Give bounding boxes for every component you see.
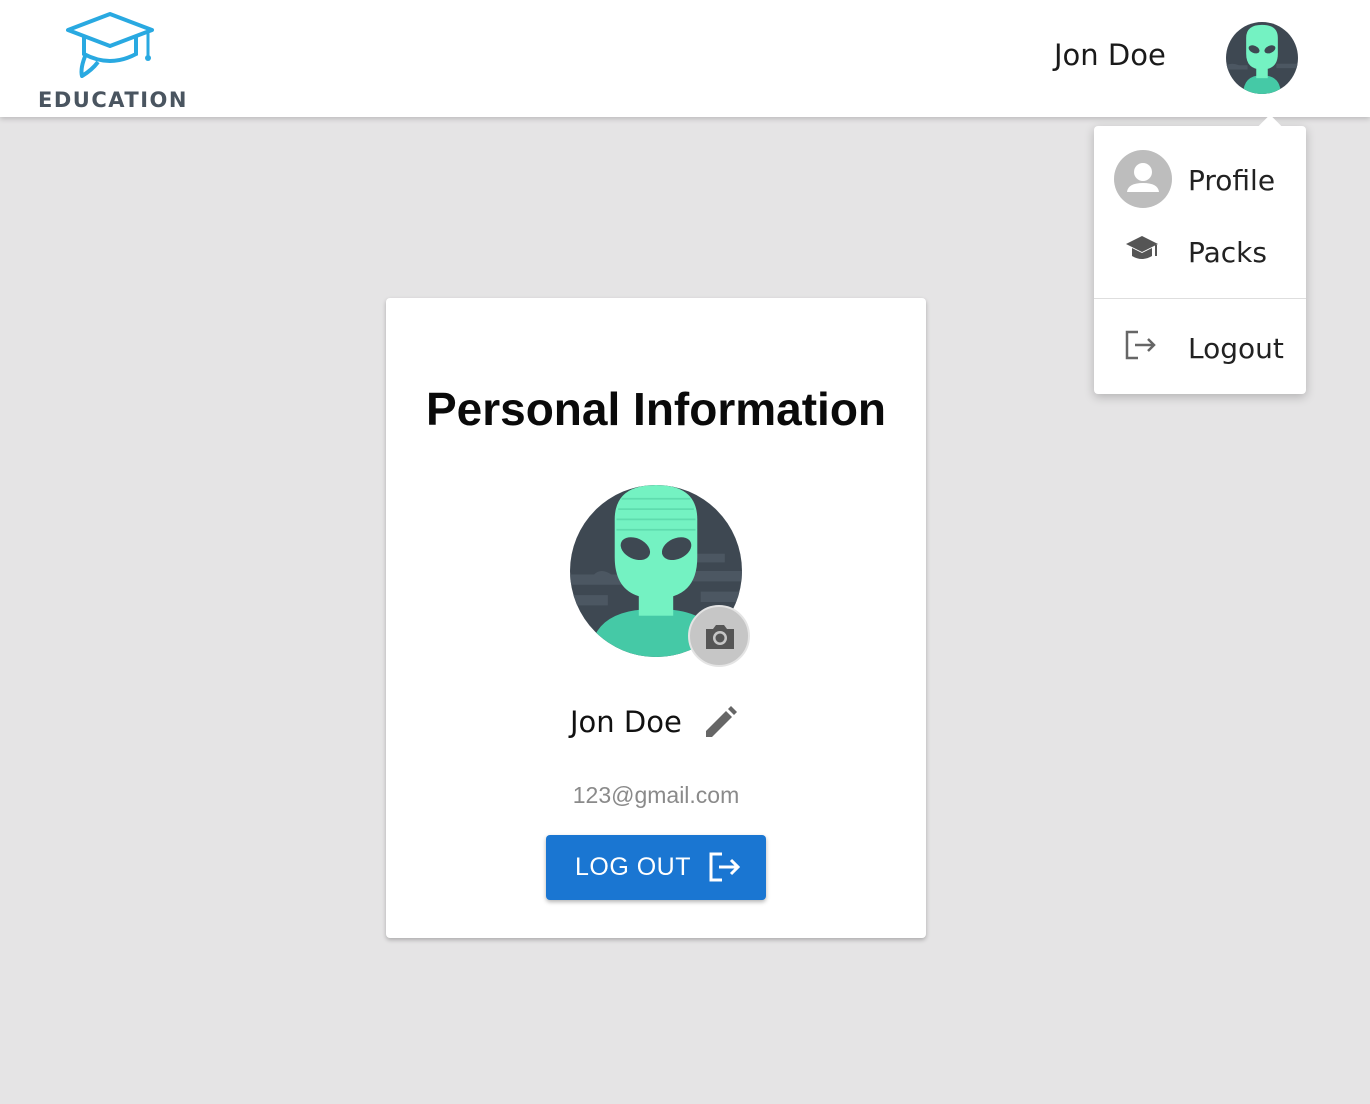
education-logo[interactable]: EDUCATION — [36, 8, 196, 114]
profile-name: Jon Doe — [570, 705, 682, 739]
logout-button[interactable]: LOG OUT — [546, 835, 766, 900]
edit-name-button[interactable] — [700, 703, 740, 743]
menu-item-label: Profile — [1188, 164, 1276, 197]
app-header: EDUCATION Jon Doe — [0, 0, 1370, 117]
personal-info-card: Personal Information Jon Doe 123@gmail.c… — [386, 298, 926, 938]
graduation-cap-icon — [1124, 232, 1160, 271]
menu-item-label: Packs — [1188, 236, 1267, 269]
graduation-cap-logo-icon — [66, 12, 154, 78]
logout-icon — [1124, 330, 1158, 365]
logo-text: EDUCATION — [38, 88, 188, 112]
logout-button-label: LOG OUT — [575, 853, 692, 881]
menu-item-label: Logout — [1188, 332, 1284, 365]
user-dropdown-menu: Profile Packs Logout — [1094, 126, 1306, 394]
header-avatar[interactable] — [1226, 22, 1298, 94]
header-user-name[interactable]: Jon Doe — [1054, 38, 1166, 72]
pencil-icon — [706, 706, 737, 737]
menu-item-logout[interactable]: Logout — [1094, 316, 1306, 378]
page-title: Personal Information — [425, 383, 887, 435]
menu-item-packs[interactable]: Packs — [1094, 220, 1306, 282]
profile-email: 123@gmail.com — [572, 782, 740, 808]
camera-icon — [706, 625, 734, 649]
account-circle-icon — [1114, 150, 1172, 213]
menu-divider — [1094, 298, 1306, 299]
logout-icon — [709, 852, 741, 882]
change-photo-button[interactable] — [688, 605, 750, 667]
menu-item-profile[interactable]: Profile — [1094, 148, 1306, 210]
alien-avatar-icon — [1226, 22, 1298, 94]
